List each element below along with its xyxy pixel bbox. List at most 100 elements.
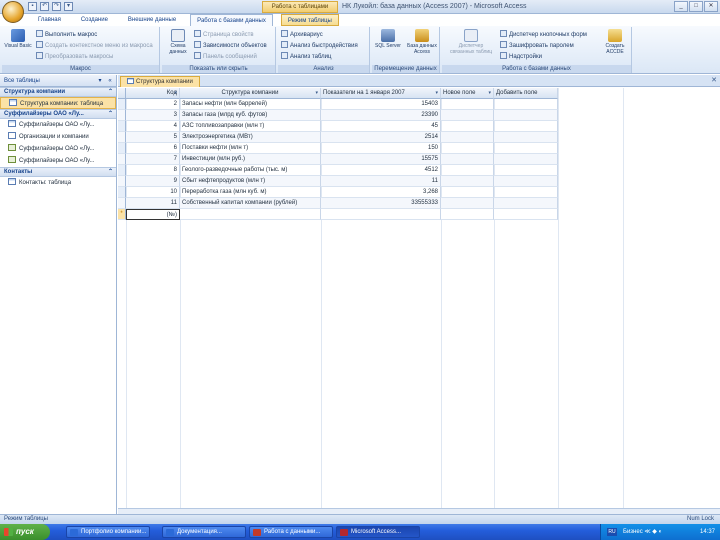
relationships-button[interactable]: Схема данных <box>164 29 192 63</box>
tab-create[interactable]: Создание <box>75 14 114 26</box>
encrypt-password-button[interactable]: Зашифровать паролем <box>500 41 574 50</box>
documenter-button[interactable]: Архивариус <box>281 30 323 39</box>
nav-header[interactable]: Все таблицы ▾ « <box>0 75 116 87</box>
analyze-table-button[interactable]: Анализ таблиц <box>281 52 331 61</box>
cell-value[interactable]: 2514 <box>321 132 441 143</box>
new-record-add-field-cell[interactable] <box>494 209 558 220</box>
cell-structure[interactable]: Инвестиции (млн руб.) <box>180 154 321 165</box>
cell-value[interactable]: 4512 <box>321 165 441 176</box>
cell-value[interactable]: 3,268 <box>321 187 441 198</box>
cell-code[interactable]: 9 <box>126 176 180 187</box>
cell-structure[interactable]: Сбыт нефтепродуктов (млн т) <box>180 176 321 187</box>
cell-add-field[interactable] <box>494 187 558 198</box>
create-shortcut-menu-button[interactable]: Создать контекстное меню из макроса <box>36 41 153 50</box>
new-record-row[interactable]: * (№) <box>118 209 558 220</box>
property-sheet-button[interactable]: Страница свойств <box>194 30 254 39</box>
row-selector[interactable] <box>118 132 126 143</box>
save-icon[interactable]: ▪ <box>28 2 37 11</box>
cell-new-field[interactable] <box>441 110 494 121</box>
cell-structure[interactable]: АЗС топливозаправки (млн т) <box>180 121 321 132</box>
cell-add-field[interactable] <box>494 99 558 110</box>
sort-arrow-icon[interactable]: ▾ <box>435 88 438 98</box>
sort-arrow-icon[interactable]: ▾ <box>315 88 318 98</box>
row-selector[interactable] <box>118 121 126 132</box>
cell-new-field[interactable] <box>441 132 494 143</box>
table-row[interactable]: 11 Собственный капитал компании (рублей) 3… <box>118 198 558 209</box>
cell-new-field[interactable] <box>441 198 494 209</box>
table-row[interactable]: 10 Переработка газа (млн куб. м) 3,268 <box>118 187 558 198</box>
close-button[interactable]: ✕ <box>704 1 718 12</box>
taskbar-button[interactable]: Документация... <box>162 526 246 538</box>
switchboard-manager-button[interactable]: Диспетчер кнопочных форм <box>500 30 587 39</box>
new-record-value-cell[interactable] <box>321 209 441 220</box>
table-row[interactable]: 3 Запасы газа (млрд куб. футов) 23390 <box>118 110 558 121</box>
cell-new-field[interactable] <box>441 165 494 176</box>
taskbar-button[interactable]: Работа с данными... <box>249 526 333 538</box>
redo-icon[interactable]: ↷ <box>52 2 61 11</box>
table-row[interactable]: 4 АЗС топливозаправки (млн т) 45 <box>118 121 558 132</box>
tab-external-data[interactable]: Внешние данные <box>122 14 182 26</box>
cell-new-field[interactable] <box>441 154 494 165</box>
cell-add-field[interactable] <box>494 176 558 187</box>
table-row[interactable]: 7 Инвестиции (млн руб.) 15575 <box>118 154 558 165</box>
table-row[interactable]: 8 Геолого-разведочные работы (тыс. м) 4512 <box>118 165 558 176</box>
nav-item-suppliers-form-2[interactable]: Суффилайзеры ОАО «Лу... <box>0 155 116 167</box>
cell-add-field[interactable] <box>494 121 558 132</box>
column-header-add-field[interactable]: Добавить поле <box>494 88 558 99</box>
cell-code[interactable]: 11 <box>126 198 180 209</box>
cell-structure[interactable]: Электроэнергетика (МВт) <box>180 132 321 143</box>
taskbar-button[interactable]: Microsoft Access... <box>336 526 420 538</box>
cell-new-field[interactable] <box>441 187 494 198</box>
select-all-cell[interactable] <box>118 88 126 99</box>
cell-value[interactable]: 45 <box>321 121 441 132</box>
cell-add-field[interactable] <box>494 198 558 209</box>
message-bar-button[interactable]: Панель сообщений <box>194 52 257 61</box>
column-header-new-field[interactable]: Новое поле ▾ <box>441 88 494 99</box>
cell-add-field[interactable] <box>494 154 558 165</box>
cell-code[interactable]: 5 <box>126 132 180 143</box>
office-button[interactable] <box>2 1 24 23</box>
row-selector[interactable] <box>118 165 126 176</box>
nav-group-suppliers[interactable]: Суффилайзеры ОАО «Лу... ⌃ <box>0 109 116 119</box>
nav-group-structure[interactable]: Структура компании ⌃ <box>0 87 116 97</box>
sql-server-button[interactable]: SQL Server <box>374 29 402 63</box>
undo-icon[interactable]: ↶ <box>40 2 49 11</box>
row-selector[interactable] <box>118 110 126 121</box>
new-record-marker[interactable]: * <box>118 209 126 220</box>
make-accde-button[interactable]: Создать ACCDE <box>600 29 630 63</box>
cell-structure[interactable]: Геолого-разведочные работы (тыс. м) <box>180 165 321 176</box>
maximize-button[interactable]: □ <box>689 1 703 12</box>
tab-home[interactable]: Главная <box>32 14 67 26</box>
cell-add-field[interactable] <box>494 165 558 176</box>
customize-icon[interactable]: ▾ <box>64 2 73 11</box>
nav-group-contacts[interactable]: Контакты ⌃ <box>0 167 116 177</box>
start-button[interactable]: пуск <box>0 524 50 540</box>
sort-arrow-icon[interactable]: ▾ <box>488 88 491 98</box>
cell-value[interactable]: 33555333 <box>321 198 441 209</box>
cell-structure[interactable]: Переработка газа (млн куб. м) <box>180 187 321 198</box>
cell-new-field[interactable] <box>441 121 494 132</box>
cell-structure[interactable]: Запасы нефти (млн баррелей) <box>180 99 321 110</box>
taskbar-button[interactable]: Портфолио компании... <box>66 526 150 538</box>
linked-table-manager-button[interactable]: Диспетчер связанных таблиц <box>446 29 496 63</box>
nav-item-organizations-query[interactable]: Организации и компании <box>0 131 116 143</box>
analyze-performance-button[interactable]: Анализ быстродействия <box>281 41 358 50</box>
table-row[interactable]: 5 Электроэнергетика (МВт) 2514 <box>118 132 558 143</box>
close-document-icon[interactable]: ✕ <box>711 76 717 84</box>
table-row[interactable]: 2 Запасы нефти (млн баррелей) 15403 <box>118 99 558 110</box>
split-database-button[interactable]: База данных Access <box>406 29 438 63</box>
cell-value[interactable]: 23390 <box>321 110 441 121</box>
cell-structure[interactable]: Поставки нефти (млн т) <box>180 143 321 154</box>
cell-value[interactable]: 150 <box>321 143 441 154</box>
sort-arrow-icon[interactable]: ▾ <box>174 88 177 98</box>
cell-new-field[interactable] <box>441 176 494 187</box>
column-header-value[interactable]: Показатели на 1 января 2007 ▾ <box>321 88 441 99</box>
column-header-structure[interactable]: Структура компании ▾ <box>180 88 321 99</box>
add-ins-button[interactable]: Надстройки <box>500 52 542 61</box>
table-row[interactable]: 9 Сбыт нефтепродуктов (млн т) 11 <box>118 176 558 187</box>
cell-code[interactable]: 7 <box>126 154 180 165</box>
cell-code[interactable]: 4 <box>126 121 180 132</box>
cell-code[interactable]: 8 <box>126 165 180 176</box>
cell-code[interactable]: 3 <box>126 110 180 121</box>
tab-database-tools[interactable]: Работа с базами данных <box>190 14 273 26</box>
